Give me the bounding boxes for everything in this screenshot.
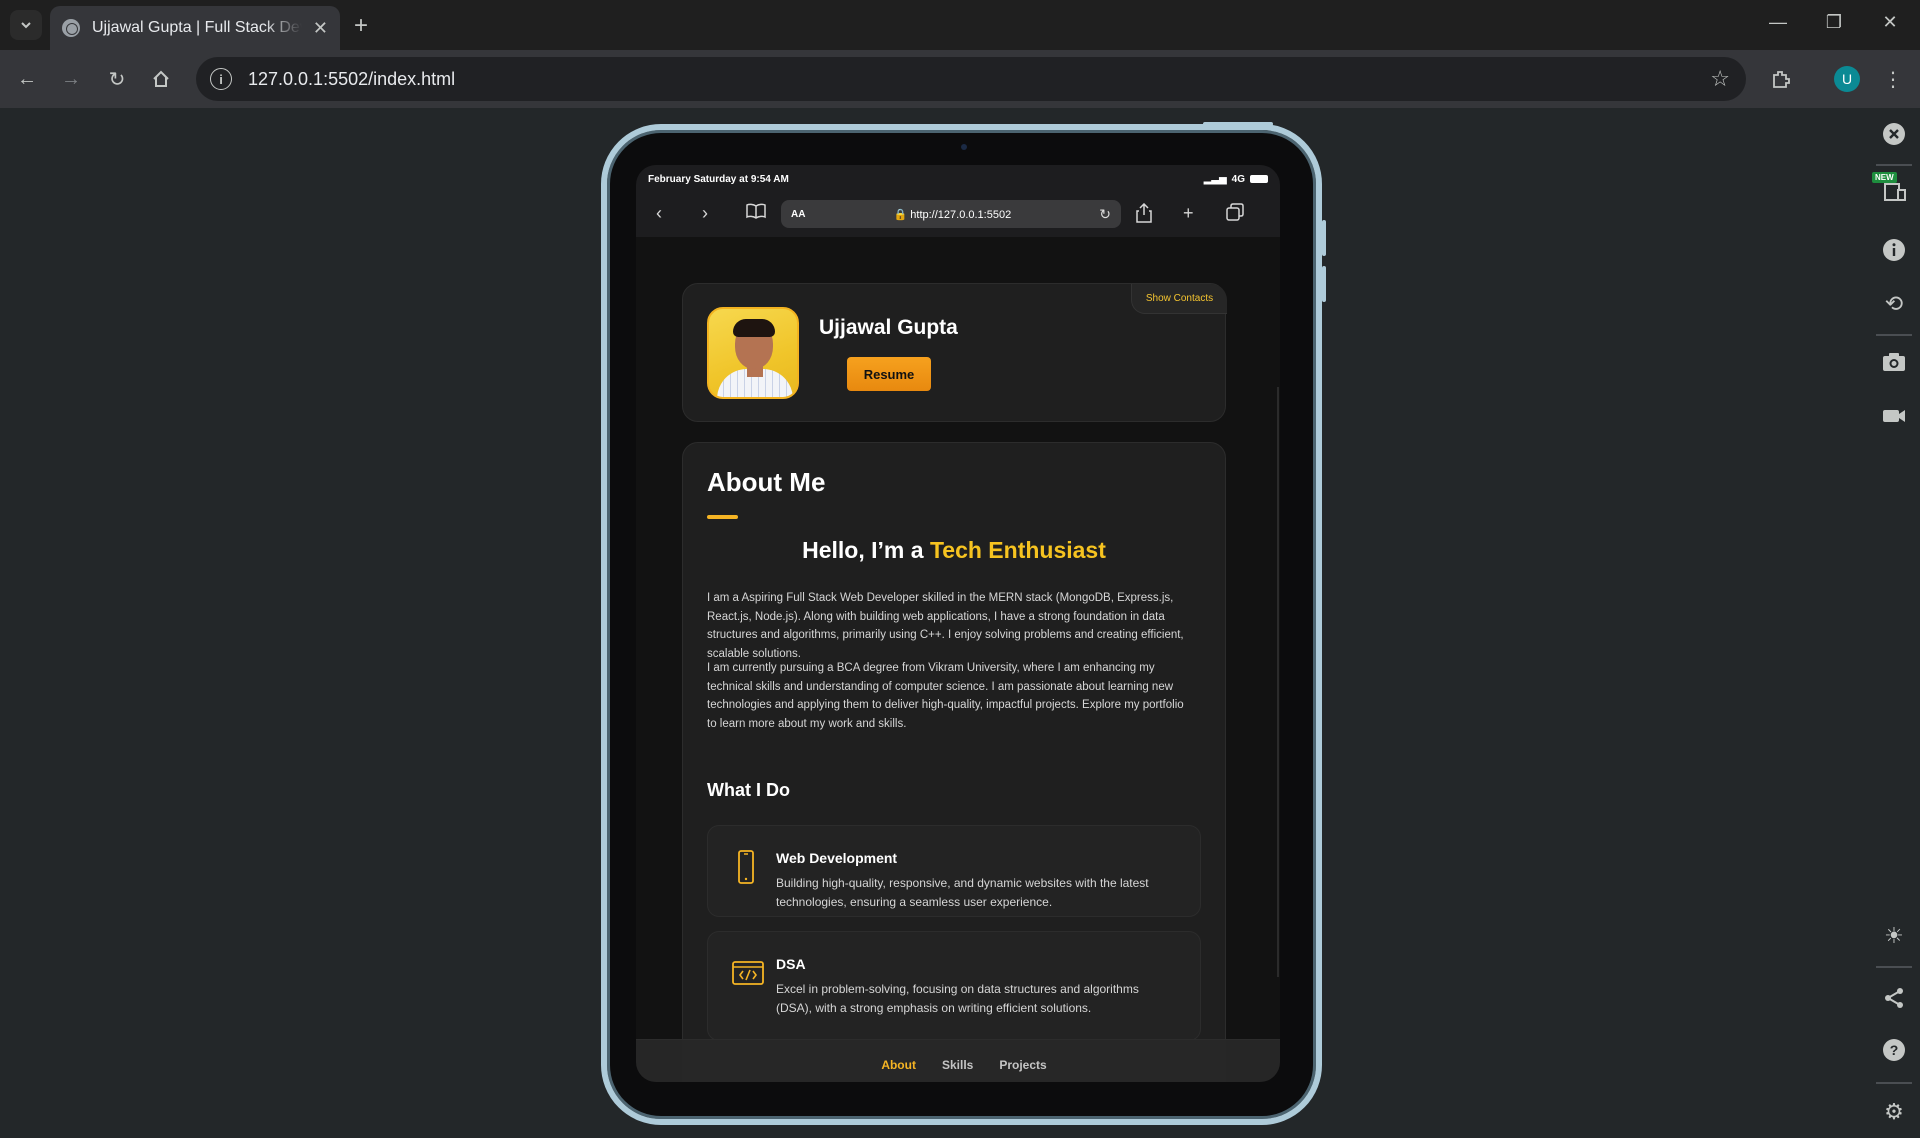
window-close-icon[interactable]: ✕	[1870, 12, 1910, 33]
page-scrollbar[interactable]	[1277, 387, 1279, 977]
heading-underline	[707, 515, 738, 519]
safari-back-icon[interactable]: ‹	[656, 203, 662, 224]
safari-new-tab-icon[interactable]: +	[1183, 203, 1194, 224]
video-record-icon[interactable]	[1878, 400, 1910, 432]
battery-icon	[1250, 175, 1268, 183]
safari-reload-icon[interactable]: ↻	[1099, 206, 1111, 223]
volume-down-button	[1322, 266, 1326, 302]
service-description: Building high-quality, responsive, and d…	[776, 876, 1149, 909]
bookmarks-book-icon[interactable]	[746, 203, 766, 223]
new-tab-button[interactable]: +	[354, 12, 368, 40]
chevron-down-icon	[21, 22, 31, 29]
network-label: 4G	[1231, 173, 1245, 185]
camera-icon[interactable]	[1878, 346, 1910, 378]
safari-share-icon[interactable]	[1136, 202, 1152, 228]
reload-icon[interactable]: ↻	[102, 64, 132, 94]
responsive-devices-icon[interactable]: NEW	[1872, 172, 1910, 208]
profile-photo	[707, 307, 799, 399]
rotate-icon[interactable]: ⟲	[1878, 288, 1910, 320]
hello-headline: Hello, I’m a Tech Enthusiast	[683, 537, 1225, 564]
address-url[interactable]: 127.0.0.1:5502/index.html	[248, 69, 455, 90]
bookmark-star-icon[interactable]: ☆	[1710, 66, 1730, 92]
profile-name: Ujjawal Gupta	[819, 316, 958, 339]
status-time: February Saturday at 9:54 AM	[648, 173, 789, 185]
rail-divider	[1876, 164, 1912, 166]
info-icon[interactable]	[1878, 234, 1910, 266]
service-title: Web Development	[776, 850, 898, 866]
service-title: DSA	[776, 956, 806, 972]
safari-toolbar: ‹ › AA 🔒 http://127.0.0.1:5502 ↻ +	[636, 193, 1280, 237]
safari-address-bar[interactable]: AA 🔒 http://127.0.0.1:5502 ↻	[781, 200, 1121, 228]
about-paragraph-2: I am currently pursuing a BCA degree fro…	[707, 662, 1184, 730]
device-tools-rail: NEW ⟲ ☀ ? ⚙	[1868, 108, 1920, 1138]
reader-aa-button[interactable]: AA	[791, 209, 805, 220]
bottom-navbar: About Skills Projects	[636, 1039, 1280, 1082]
service-card-dsa: DSA Excel in problem-solving, focusing o…	[707, 931, 1201, 1041]
settings-gear-icon[interactable]: ⚙	[1878, 1096, 1910, 1128]
ipad-screen: February Saturday at 9:54 AM ▂▃▅ 4G ‹ › …	[636, 165, 1280, 1082]
address-bar[interactable]: i 127.0.0.1:5502/index.html ☆	[196, 57, 1746, 101]
site-info-icon[interactable]: i	[210, 68, 232, 90]
nav-skills[interactable]: Skills	[942, 1058, 973, 1072]
power-button	[1203, 122, 1273, 126]
safari-tabs-icon[interactable]	[1226, 203, 1244, 226]
forward-icon[interactable]: →	[56, 64, 86, 94]
share-icon[interactable]	[1878, 982, 1910, 1014]
browser-toolbar: ← → ↻ i 127.0.0.1:5502/index.html ☆ U ⋮	[0, 50, 1920, 108]
about-paragraph-1: I am a Aspiring Full Stack Web Developer…	[707, 592, 1184, 660]
home-icon[interactable]	[146, 64, 176, 94]
mobile-icon	[738, 850, 754, 884]
ios-status-bar: February Saturday at 9:54 AM ▂▃▅ 4G	[636, 165, 1280, 193]
menu-kebab-icon[interactable]: ⋮	[1878, 64, 1908, 94]
svg-text:?: ?	[1890, 1042, 1899, 1058]
show-contacts-button[interactable]: Show Contacts	[1131, 284, 1227, 314]
brightness-icon[interactable]: ☀	[1878, 920, 1910, 952]
resume-button[interactable]: Resume	[847, 357, 931, 391]
rail-divider	[1876, 966, 1912, 968]
extensions-icon[interactable]	[1766, 64, 1796, 94]
hello-prefix: Hello, I’m a	[802, 537, 924, 563]
rail-divider	[1876, 334, 1912, 336]
new-badge: NEW	[1872, 172, 1897, 183]
front-camera	[961, 144, 967, 150]
rail-divider	[1876, 1082, 1912, 1084]
volume-up-button	[1322, 220, 1326, 256]
browser-tab[interactable]: Ujjawal Gupta | Full Stack Developer ✕	[50, 6, 340, 50]
globe-icon	[62, 19, 80, 37]
about-section: About Me Hello, I’m a Tech Enthusiast I …	[682, 442, 1226, 1082]
close-circle-icon[interactable]	[1878, 118, 1910, 150]
restore-icon[interactable]: ❐	[1814, 12, 1854, 33]
service-card-web-development: Web Development Building high-quality, r…	[707, 825, 1201, 917]
code-window-icon	[732, 961, 764, 985]
tab-search-button[interactable]	[10, 10, 42, 40]
safari-forward-icon[interactable]: ›	[702, 203, 708, 224]
safari-url-text: http://127.0.0.1:5502	[910, 208, 1012, 221]
safari-url[interactable]: 🔒 http://127.0.0.1:5502	[894, 208, 1012, 221]
close-tab-icon[interactable]: ✕	[313, 18, 328, 39]
hello-accent: Tech Enthusiast	[929, 537, 1106, 563]
about-heading: About Me	[707, 467, 826, 497]
profile-card: Ujjawal Gupta Resume Show Contacts	[682, 283, 1227, 422]
portfolio-page: Ujjawal Gupta Resume Show Contacts About…	[636, 237, 1280, 1082]
back-icon[interactable]: ←	[12, 64, 42, 94]
tab-title: Ujjawal Gupta | Full Stack Developer	[92, 19, 302, 36]
profile-avatar[interactable]: U	[1834, 66, 1860, 92]
help-icon[interactable]: ?	[1878, 1034, 1910, 1066]
minimize-icon[interactable]: —	[1758, 12, 1798, 33]
tab-strip: Ujjawal Gupta | Full Stack Developer ✕ +…	[0, 0, 1920, 50]
service-description: Excel in problem-solving, focusing on da…	[776, 982, 1139, 1015]
nav-projects[interactable]: Projects	[999, 1058, 1046, 1072]
nav-about[interactable]: About	[881, 1058, 916, 1072]
signal-icon: ▂▃▅	[1203, 173, 1227, 185]
what-i-do-heading: What I Do	[707, 780, 790, 800]
